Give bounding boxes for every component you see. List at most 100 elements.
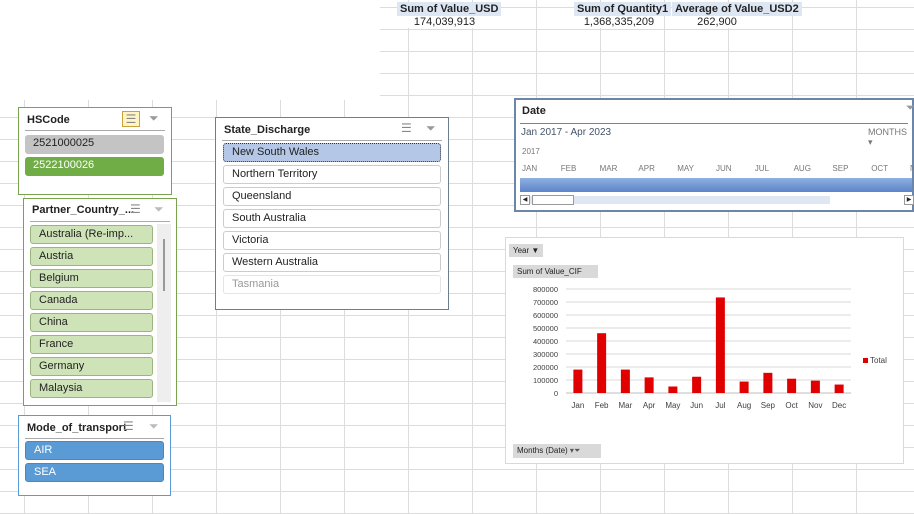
timeline-month[interactable]: APR [638,164,654,173]
timeline-month[interactable]: MAR [600,164,618,173]
mode-of-transport-slicer: Mode_of_transport ☰ ⏷ AIR SEA [18,415,171,496]
chart-svg: 0 100000 200000 300000 400000 500000 600000 700… [533,285,887,410]
value-sum-value-usd: 174,039,913 [397,16,492,28]
timeline-month[interactable]: FEB [561,164,577,173]
header-sum-quantity: Sum of Quantity1 [574,2,672,16]
bar-oct[interactable] [787,378,797,393]
x-tick-label: Oct [785,401,798,410]
slicer-title: Partner_Country_... [32,204,135,216]
slicer-item-selected[interactable]: 2522100026 [25,157,164,176]
y-tick-label: 200000 [533,363,558,372]
slicer-item[interactable]: Germany [30,357,153,376]
timeline-selection-bar[interactable] [520,178,912,192]
time-level-dropdown[interactable]: MONTHS ▾ [868,127,912,148]
header-avg-value-usd2: Average of Value_USD2 [672,2,802,16]
slicer-item[interactable]: Northern Territory [223,165,441,184]
y-tick-label: 700000 [533,298,558,307]
value-sum-quantity: 1,368,335,209 [574,16,664,28]
x-tick-label: Jul [715,401,725,410]
slicer-item[interactable]: Queensland [223,187,441,206]
x-tick-label: Apr [643,401,656,410]
y-tick-label: 600000 [533,311,558,320]
legend-label: Total [870,356,887,365]
y-tick-label: 400000 [533,337,558,346]
multi-select-icon[interactable]: ☰ [122,111,140,127]
slicer-item[interactable]: Canada [30,291,153,310]
multi-select-icon[interactable]: ☰ [123,419,134,433]
slicer-item[interactable]: 2521000025 [25,135,164,154]
clear-filter-icon[interactable]: ⏷ [906,102,914,115]
y-tick-label: 800000 [533,285,558,294]
x-tick-label: Aug [737,401,751,410]
clear-filter-icon[interactable]: ⏷ [149,419,159,434]
clear-filter-icon[interactable]: ⏷ [154,202,164,217]
slicer-title: Mode_of_transport [27,422,127,434]
state-discharge-slicer: State_Discharge ☰ ⏷ New South Wales North… [215,117,449,310]
value-avg-value-usd2: 262,900 [672,16,762,28]
slicer-item[interactable]: South Australia [223,209,441,228]
timeline-month[interactable]: JAN [522,164,537,173]
slicer-item[interactable]: China [30,313,153,332]
y-tick-label: 100000 [533,376,558,385]
slicer-item[interactable]: AIR [25,441,164,460]
bar-may[interactable] [668,386,678,394]
timeline-title: Date [522,105,546,117]
x-tick-label: Feb [595,401,609,410]
clear-filter-icon[interactable]: ⏷ [426,121,436,136]
x-tick-label: Nov [808,401,822,410]
multi-select-icon[interactable]: ☰ [401,121,412,135]
timeline-month[interactable]: OCT [871,164,888,173]
y-tick-label: 0 [554,389,558,398]
x-tick-label: Dec [832,401,846,410]
x-tick-label: Sep [761,401,776,410]
bar-sep[interactable] [763,372,773,393]
clear-filter-icon[interactable]: ⏷ [149,111,159,126]
header-sum-value-usd: Sum of Value_USD [397,2,502,16]
bar-mar[interactable] [620,369,630,393]
timeline-month[interactable]: AUG [794,164,811,173]
timeline-month[interactable]: N [910,164,914,173]
hscode-slicer: HSCode ☰ ⏷ 2521000025 2522100026 [18,107,172,195]
bar-jan[interactable] [573,369,583,393]
bar-feb[interactable] [597,333,607,393]
multi-select-icon[interactable]: ☰ [130,202,141,216]
scroll-right-icon[interactable]: ▶ [904,195,914,205]
slicer-item[interactable]: France [30,335,153,354]
x-tick-label: Mar [618,401,632,410]
timeline-month[interactable]: JUN [716,164,732,173]
slicer-item[interactable]: Victoria [223,231,441,250]
y-tick-label: 500000 [533,324,558,333]
y-tick-label: 300000 [533,350,558,359]
x-tick-label: Jan [571,401,584,410]
slicer-item[interactable]: Malaysia [30,379,153,398]
slicer-item[interactable]: Belgium [30,269,153,288]
bar-jun[interactable] [692,376,702,393]
slicer-title: State_Discharge [224,124,311,136]
timeline-month[interactable]: MAY [677,164,694,173]
slicer-item[interactable]: Tasmania [223,275,441,294]
partner-country-slicer: Partner_Country_... ☰ ⏷ Australia (Re-im… [23,198,177,406]
pivot-chart[interactable]: Year ▼ Sum of Value_CIF Months (Date) ▾⏷… [505,237,904,464]
timeline-scrollbar[interactable]: ◀ [520,195,830,205]
bar-apr[interactable] [644,377,654,393]
slicer-title: HSCode [27,114,70,126]
bar-aug[interactable] [739,381,749,393]
timeline-year: 2017 [522,147,540,156]
scrollbar[interactable] [157,224,171,402]
slicer-item[interactable]: New South Wales [223,143,441,162]
blank-shape [0,0,380,100]
timeline-range: Jan 2017 - Apr 2023 [521,127,612,138]
timeline-month[interactable]: JUL [755,164,769,173]
timeline-month[interactable]: SEP [832,164,848,173]
bar-dec[interactable] [834,384,844,393]
bar-nov[interactable] [810,380,820,393]
legend-swatch [863,358,868,363]
x-tick-label: May [665,401,680,410]
slicer-item[interactable]: Australia (Re-imp... [30,225,153,244]
slicer-item[interactable]: Austria [30,247,153,266]
bar-jul[interactable] [715,297,725,393]
slicer-item[interactable]: Western Australia [223,253,441,272]
time-level-label: MONTHS [868,127,907,137]
x-tick-label: Jun [690,401,703,410]
slicer-item[interactable]: SEA [25,463,164,482]
